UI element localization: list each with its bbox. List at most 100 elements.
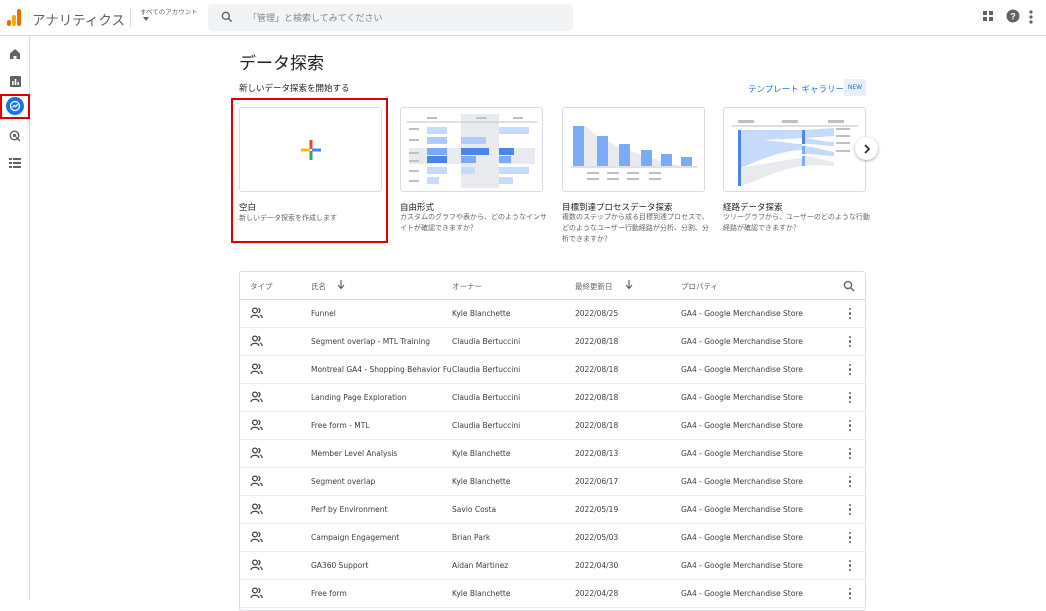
more-vert-icon[interactable] [849, 448, 852, 460]
table-row[interactable]: Montreal GA4 - Shopping Behavior Fu... Cl… [240, 356, 865, 384]
property: GA4 - Google Merchandise Store [681, 309, 803, 318]
property: GA4 - Google Merchandise Store [681, 393, 803, 402]
template-gallery-link[interactable]: テンプレート ギャラリー [748, 83, 844, 95]
owner: Kyle Blanchette [452, 589, 511, 598]
table-row[interactable]: Perf by Environment Savio Costa 2022/05/19… [240, 496, 865, 524]
owner: Claudia Bertuccini [452, 365, 521, 374]
last-modified: 2022/04/28 [575, 589, 619, 598]
sort-arrow-down-icon[interactable] [625, 280, 633, 290]
table-header: タイプ 氏名 オーナー 最終更新日 プロパティ [240, 272, 865, 300]
more-vert-icon[interactable] [849, 392, 852, 404]
more-vert-icon[interactable] [849, 588, 852, 600]
owner: Claudia Bertuccini [452, 393, 521, 402]
last-modified: 2022/05/19 [575, 505, 619, 514]
shared-users-icon [250, 419, 263, 431]
owner: Kyle Blanchette [452, 449, 511, 458]
table-row[interactable]: Segment overlap - MTL Training Claudia Be… [240, 328, 865, 356]
template-desc: 複数のステップから成る目標到達プロセスで、どのようなユーザー行動経路が分析、分割… [562, 213, 709, 243]
property: GA4 - Google Merchandise Store [681, 505, 803, 514]
more-vert-icon[interactable] [849, 476, 852, 488]
property: GA4 - Google Merchandise Store [681, 533, 803, 542]
table-row[interactable]: Segment overlap Kyle Blanchette 2022/06/17… [240, 468, 865, 496]
column-header-type[interactable]: タイプ [250, 281, 273, 292]
last-modified: 2022/05/03 [575, 533, 619, 542]
chevron-down-icon[interactable] [143, 17, 149, 21]
chevron-right-icon [863, 143, 870, 154]
sort-arrow-down-icon[interactable] [337, 280, 345, 290]
exploration-name[interactable]: Segment overlap - MTL Training [311, 337, 451, 346]
column-header-property[interactable]: プロパティ [681, 281, 718, 292]
owner: Claudia Bertuccini [452, 421, 521, 430]
more-vert-icon[interactable] [849, 420, 852, 432]
template-card-funnel[interactable] [562, 107, 705, 192]
reports-icon[interactable] [5, 71, 25, 91]
account-selector[interactable]: すべてのアカウント [140, 6, 198, 16]
explore-icon[interactable] [5, 96, 25, 116]
analytics-logo-icon[interactable] [7, 8, 21, 26]
exploration-name[interactable]: Campaign Engagement [311, 533, 451, 542]
template-desc: ツリーグラフから、ユーザーのどのような行動経路が確認できますか？ [723, 213, 870, 232]
top-bar: アナリティクス すべてのアカウント 「管理」と検索してみてください ? [0, 0, 1046, 36]
help-icon[interactable]: ? [1006, 9, 1020, 23]
table-row[interactable]: Funnel Kyle Blanchette 2022/08/25 GA4 - Goo… [240, 300, 865, 328]
column-header-owner[interactable]: オーナー [452, 281, 482, 292]
configure-icon[interactable] [5, 153, 25, 173]
app-title[interactable]: アナリティクス [32, 9, 125, 29]
table-row[interactable]: Free form - MTL Claudia Bertuccini 2022/08… [240, 412, 865, 440]
highlight-box [231, 98, 388, 243]
last-modified: 2022/08/13 [575, 449, 619, 458]
column-header-last-modified[interactable]: 最終更新日 [575, 281, 613, 292]
exploration-name[interactable]: Landing Page Exploration [311, 393, 451, 402]
shared-users-icon [250, 335, 263, 347]
divider [130, 8, 131, 28]
exploration-name[interactable]: Free form - MTL [311, 421, 451, 430]
table-row[interactable]: Free form Kyle Blanchette 2022/04/28 GA4 - … [240, 580, 865, 608]
table-row[interactable]: Landing Page Exploration Claudia Bertucci… [240, 384, 865, 412]
table-row[interactable]: Member Level Analysis Kyle Blanchette 2022… [240, 440, 865, 468]
apps-grid-icon[interactable] [982, 10, 994, 22]
svg-text:?: ? [1010, 12, 1016, 22]
shared-users-icon [250, 531, 263, 543]
exploration-name[interactable]: Funnel [311, 309, 451, 318]
more-vert-icon[interactable] [849, 308, 852, 320]
more-vert-icon[interactable] [849, 560, 852, 572]
template-desc: カスタムのグラフや表から、どのようなインサイトが確認できますか？ [400, 213, 547, 232]
advertising-icon[interactable] [5, 126, 25, 146]
exploration-name[interactable]: Perf by Environment [311, 505, 451, 514]
property: GA4 - Google Merchandise Store [681, 449, 803, 458]
more-vert-icon[interactable] [849, 532, 852, 544]
owner: Kyle Blanchette [452, 477, 511, 486]
table-row[interactable]: GA360 Support Aidan Martinez 2022/04/30 GA4… [240, 552, 865, 580]
exploration-name[interactable]: Free form [311, 589, 451, 598]
template-card-path[interactable] [723, 107, 866, 192]
last-modified: 2022/08/18 [575, 337, 619, 346]
more-vert-icon[interactable] [849, 336, 852, 348]
more-vert-icon[interactable] [849, 504, 852, 516]
owner: Brian Park [452, 533, 491, 542]
property: GA4 - Google Merchandise Store [681, 365, 803, 374]
search-icon[interactable] [843, 280, 855, 292]
funnel-thumbnail [571, 126, 697, 180]
owner: Aidan Martinez [452, 561, 509, 570]
shared-users-icon [250, 503, 263, 515]
shared-users-icon [250, 587, 263, 599]
last-modified: 2022/04/30 [575, 561, 619, 570]
home-icon[interactable] [5, 44, 25, 64]
next-templates-button[interactable] [855, 137, 878, 160]
shared-users-icon [250, 447, 263, 459]
search-icon [221, 11, 233, 23]
exploration-name[interactable]: Member Level Analysis [311, 449, 451, 458]
column-header-name[interactable]: 氏名 [311, 281, 326, 292]
exploration-name[interactable]: Montreal GA4 - Shopping Behavior Fu... [311, 365, 451, 374]
table-row[interactable]: Campaign Engagement Brian Park 2022/05/03 G… [240, 524, 865, 552]
more-vert-icon[interactable] [849, 364, 852, 376]
exploration-name[interactable]: Segment overlap [311, 477, 451, 486]
more-vert-icon[interactable] [1029, 10, 1033, 24]
exploration-name[interactable]: GA360 Support [311, 561, 451, 570]
new-badge: NEW [844, 79, 866, 96]
search-box[interactable]: 「管理」と検索してみてください [208, 4, 573, 31]
template-card-free-form[interactable] [400, 107, 543, 192]
explorations-table: タイプ 氏名 オーナー 最終更新日 プロパティ Funnel Kyle Blanc… [239, 271, 866, 611]
property: GA4 - Google Merchandise Store [681, 477, 803, 486]
search-input[interactable]: 「管理」と検索してみてください [248, 11, 382, 24]
